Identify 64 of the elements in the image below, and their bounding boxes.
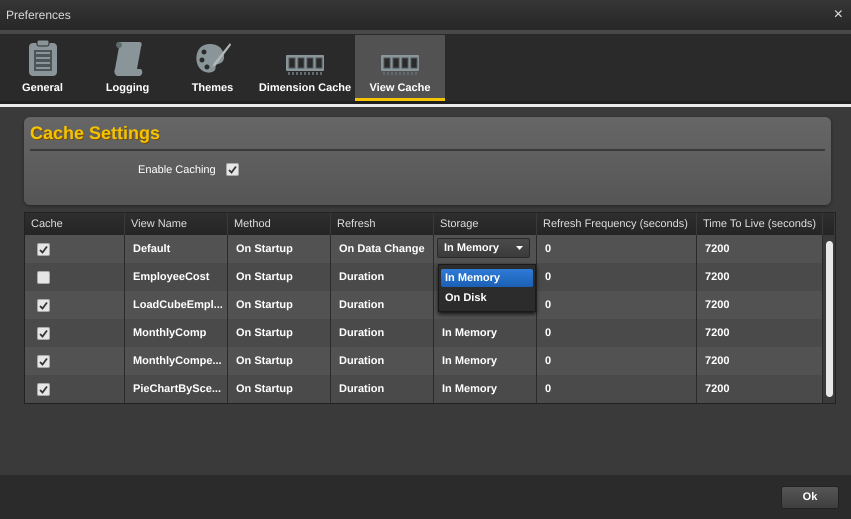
table-cell: 0: [537, 235, 697, 263]
table-cell: Duration: [331, 263, 434, 291]
table-cell: Duration: [331, 375, 434, 403]
table-cell: On Data Change: [331, 235, 434, 263]
checkbox[interactable]: [37, 242, 50, 256]
table-cell: LoadCubeEmpl...: [125, 291, 228, 319]
table-cell: In Memory: [434, 347, 537, 375]
table-cell: Duration: [331, 291, 434, 319]
tab[interactable]: General: [0, 35, 85, 101]
checkbox[interactable]: [226, 163, 239, 176]
checkbox[interactable]: [37, 382, 50, 396]
memory-icon: [285, 53, 325, 77]
table-cell: Default: [125, 235, 228, 263]
table-cell: 7200: [697, 319, 823, 347]
checkbox[interactable]: [37, 298, 50, 312]
ok-button[interactable]: Ok: [781, 486, 839, 508]
table-cell: 7200: [697, 375, 823, 403]
table-cell: 0: [537, 347, 697, 375]
table-cell: On Startup: [228, 319, 331, 347]
checkbox[interactable]: [37, 354, 50, 368]
dropdown-option[interactable]: In Memory: [441, 269, 533, 287]
table-cell: MonthlyCompe...: [125, 347, 228, 375]
tab[interactable]: Logging: [85, 35, 170, 101]
table-cell: EmployeeCost: [125, 263, 228, 291]
table-cell: 7200: [697, 263, 823, 291]
table-cell: Duration: [331, 347, 434, 375]
panel-title: Cache Settings: [30, 123, 160, 144]
checkbox[interactable]: [37, 326, 50, 340]
table-cell: 0: [537, 319, 697, 347]
table-cell: 7200: [697, 235, 823, 263]
column-header: Method: [228, 213, 331, 235]
column-header: Storage: [434, 213, 537, 235]
table-cell: On Startup: [228, 375, 331, 403]
tab[interactable]: View Cache: [355, 35, 445, 101]
table-cell: On Startup: [228, 235, 331, 263]
table-cell: In Memory: [434, 319, 537, 347]
column-header: Cache: [25, 213, 125, 235]
caret-icon: [516, 246, 523, 250]
window-title: Preferences: [6, 8, 71, 22]
table-cell: 7200: [697, 291, 823, 319]
column-header: View Name: [125, 213, 228, 235]
table-cell: On Startup: [228, 263, 331, 291]
table-cell: On Startup: [228, 347, 331, 375]
tab[interactable]: Dimension Cache: [255, 35, 355, 101]
dropdown-option[interactable]: On Disk: [441, 289, 533, 307]
table-cell: PieChartBySce...: [125, 375, 228, 403]
table-cell: 7200: [697, 347, 823, 375]
memory-icon: [380, 53, 420, 77]
table-cell: 0: [537, 291, 697, 319]
column-header: Refresh: [331, 213, 434, 235]
table-cell: 0: [537, 375, 697, 403]
table-cell: Duration: [331, 319, 434, 347]
column-header: Refresh Frequency (seconds): [537, 213, 697, 235]
clipboard-icon: [26, 39, 58, 77]
column-header: Time To Live (seconds): [697, 213, 823, 235]
table-cell: On Startup: [228, 291, 331, 319]
close-button[interactable]: ×: [834, 6, 843, 24]
table-cell: 0: [537, 263, 697, 291]
storage-dropdown[interactable]: In Memory: [437, 238, 530, 258]
table-cell: In Memory: [434, 375, 537, 403]
enable-caching-label: Enable Caching: [138, 164, 216, 176]
table-cell: MonthlyComp: [125, 319, 228, 347]
checkbox[interactable]: [37, 270, 50, 284]
tab[interactable]: Themes: [170, 35, 255, 101]
